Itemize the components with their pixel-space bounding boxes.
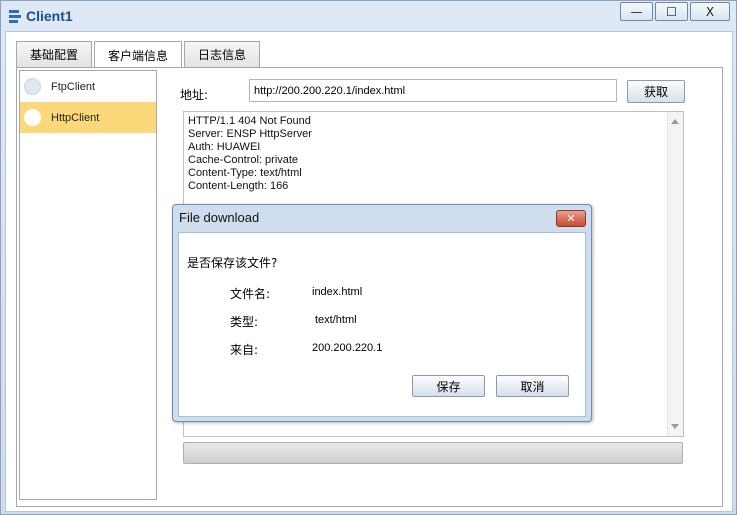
dialog-body: 是否保存该文件? 文件名: index.html 类型: text/html 来…: [178, 232, 586, 417]
tab-client-info[interactable]: 客户端信息: [94, 41, 183, 68]
sidebar-item-httpclient[interactable]: HttpClient: [20, 102, 156, 133]
tab-basic-config[interactable]: 基础配置: [16, 41, 93, 67]
close-icon: X: [705, 4, 715, 19]
tab-log-info[interactable]: 日志信息: [184, 41, 261, 67]
type-label: 类型:: [230, 315, 259, 329]
tab-label: 基础配置: [30, 48, 79, 62]
type-value: text/html: [315, 314, 357, 326]
close-button[interactable]: X: [690, 2, 730, 21]
response-line: Cache-Control: private: [188, 154, 299, 166]
title-bar[interactable]: Client1 — ☐ X: [1, 1, 736, 31]
minimize-icon: —: [630, 4, 643, 19]
source-label: 来自:: [230, 343, 259, 357]
response-line: Auth: HUAWEI: [188, 141, 261, 153]
scroll-up-icon[interactable]: [671, 119, 679, 124]
address-label: 地址:: [180, 88, 209, 102]
client-circle-icon: [24, 109, 41, 126]
minimize-button[interactable]: —: [620, 2, 653, 21]
cancel-button[interactable]: 取消: [496, 375, 569, 397]
window-controls: — ☐ X: [618, 2, 730, 21]
vertical-scrollbar[interactable]: [667, 112, 683, 436]
close-icon: ✕: [566, 212, 576, 225]
response-content: HTTP/1.1 404 Not Found Server: ENSP Http…: [188, 115, 312, 193]
sidebar-item-ftpclient[interactable]: FtpClient: [20, 71, 156, 102]
source-value: 200.200.220.1: [312, 342, 383, 354]
address-input[interactable]: [249, 79, 617, 102]
client-circle-icon: [24, 78, 41, 95]
fetch-button[interactable]: 获取: [627, 80, 685, 103]
sidebar-item-label: HttpClient: [51, 111, 100, 124]
dialog-title: File download: [179, 210, 260, 225]
maximize-button[interactable]: ☐: [655, 2, 688, 21]
filename-label: 文件名:: [230, 287, 271, 301]
window-title: Client1: [26, 8, 73, 24]
tab-label: 日志信息: [198, 48, 247, 62]
response-line: Server: ENSP HttpServer: [188, 128, 312, 140]
dialog-close-button[interactable]: ✕: [556, 210, 586, 227]
download-progress-bar: [183, 442, 683, 464]
save-button[interactable]: 保存: [412, 375, 485, 397]
app-icon: [9, 10, 21, 23]
scroll-down-icon[interactable]: [671, 424, 679, 429]
response-line: Content-Length: 166: [188, 180, 289, 192]
client-type-list: FtpClient HttpClient: [19, 70, 157, 500]
save-question: 是否保存该文件?: [187, 256, 278, 270]
response-line: HTTP/1.1 404 Not Found: [188, 115, 311, 127]
response-line: Content-Type: text/html: [188, 167, 302, 179]
file-download-dialog: File download ✕ 是否保存该文件? 文件名: index.html…: [172, 204, 592, 422]
filename-value: index.html: [312, 286, 363, 298]
app-window: Client1 — ☐ X 基础配置 客户端信息 日志信息 FtpClient …: [0, 0, 737, 515]
tab-bar: 基础配置 客户端信息 日志信息: [16, 41, 262, 68]
sidebar-item-label: FtpClient: [51, 80, 96, 93]
tab-label: 客户端信息: [108, 48, 169, 63]
maximize-icon: ☐: [666, 4, 677, 19]
